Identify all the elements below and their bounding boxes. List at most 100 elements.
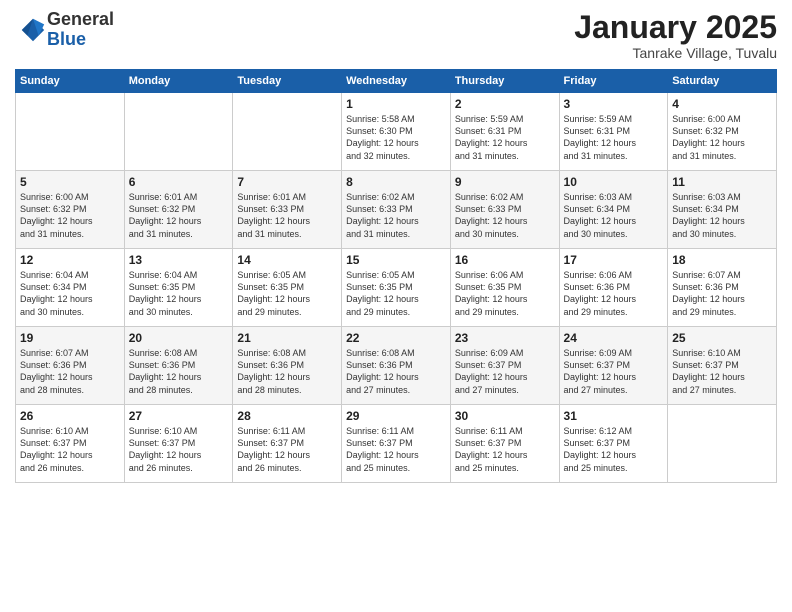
- month-title: January 2025: [574, 10, 777, 45]
- day-number: 17: [564, 253, 664, 267]
- calendar-cell: 7 Sunrise: 6:01 AM Sunset: 6:33 PM Daylig…: [233, 171, 342, 249]
- day-info: Sunrise: 6:08 AM Sunset: 6:36 PM Dayligh…: [129, 347, 229, 396]
- logo-icon: [19, 16, 47, 44]
- calendar-cell: 18 Sunrise: 6:07 AM Sunset: 6:36 PM Dayli…: [668, 249, 777, 327]
- calendar-cell: 8Sunrise: 6:02 AM Sunset: 6:33 PM Daylig…: [342, 171, 451, 249]
- logo-general: General: [47, 10, 114, 30]
- day-info: Sunrise: 6:00 AM Sunset: 6:32 PM Dayligh…: [20, 191, 120, 240]
- day-number: 27: [129, 409, 229, 423]
- day-info: Sunrise: 6:03 AM Sunset: 6:34 PM Dayligh…: [672, 191, 772, 240]
- day-info: Sunrise: 6:04 AM Sunset: 6:34 PM Dayligh…: [20, 269, 120, 318]
- day-number: 16: [455, 253, 555, 267]
- day-number: 8: [346, 175, 446, 189]
- day-number: 26: [20, 409, 120, 423]
- calendar-cell: 29 Sunrise: 6:11 AM Sunset: 6:37 PM Dayli…: [342, 405, 451, 483]
- weekday-header-friday: Friday: [559, 70, 668, 93]
- calendar-cell: 9 Sunrise: 6:02 AM Sunset: 6:33 PM Daylig…: [450, 171, 559, 249]
- calendar-cell: 15 Sunrise: 6:05 AM Sunset: 6:35 PM Dayli…: [342, 249, 451, 327]
- day-number: 28: [237, 409, 337, 423]
- calendar-cell: 17 Sunrise: 6:06 AM Sunset: 6:36 PM Dayli…: [559, 249, 668, 327]
- day-info: Sunrise: 6:00 AM Sunset: 6:32 PM Dayligh…: [672, 113, 772, 162]
- calendar-cell: 27 Sunrise: 6:10 AM Sunset: 6:37 PM Dayli…: [124, 405, 233, 483]
- day-number: 19: [20, 331, 120, 345]
- calendar-cell: 11Sunrise: 6:03 AM Sunset: 6:34 PM Dayli…: [668, 171, 777, 249]
- day-info: Sunrise: 6:08 AM Sunset: 6:36 PM Dayligh…: [237, 347, 337, 396]
- weekday-header-thursday: Thursday: [450, 70, 559, 93]
- day-number: 15: [346, 253, 446, 267]
- day-number: 3: [564, 97, 664, 111]
- day-info: Sunrise: 6:10 AM Sunset: 6:37 PM Dayligh…: [20, 425, 120, 474]
- calendar-cell: [668, 405, 777, 483]
- page: General Blue January 2025 Tanrake Villag…: [0, 0, 792, 612]
- day-info: Sunrise: 6:08 AM Sunset: 6:36 PM Dayligh…: [346, 347, 446, 396]
- weekday-header-row: SundayMondayTuesdayWednesdayThursdayFrid…: [16, 70, 777, 93]
- day-info: Sunrise: 6:07 AM Sunset: 6:36 PM Dayligh…: [672, 269, 772, 318]
- day-number: 5: [20, 175, 120, 189]
- calendar-cell: 10 Sunrise: 6:03 AM Sunset: 6:34 PM Dayli…: [559, 171, 668, 249]
- calendar-cell: 30Sunrise: 6:11 AM Sunset: 6:37 PM Dayli…: [450, 405, 559, 483]
- day-info: Sunrise: 5:59 AM Sunset: 6:31 PM Dayligh…: [455, 113, 555, 162]
- day-info: Sunrise: 6:05 AM Sunset: 6:35 PM Dayligh…: [346, 269, 446, 318]
- day-number: 13: [129, 253, 229, 267]
- calendar: SundayMondayTuesdayWednesdayThursdayFrid…: [15, 69, 777, 483]
- weekday-header-wednesday: Wednesday: [342, 70, 451, 93]
- calendar-cell: 16 Sunrise: 6:06 AM Sunset: 6:35 PM Dayli…: [450, 249, 559, 327]
- day-info: Sunrise: 6:01 AM Sunset: 6:33 PM Dayligh…: [237, 191, 337, 240]
- calendar-cell: 24Sunrise: 6:09 AM Sunset: 6:37 PM Dayli…: [559, 327, 668, 405]
- day-info: Sunrise: 6:02 AM Sunset: 6:33 PM Dayligh…: [455, 191, 555, 240]
- day-number: 20: [129, 331, 229, 345]
- day-number: 4: [672, 97, 772, 111]
- day-number: 2: [455, 97, 555, 111]
- day-info: Sunrise: 6:05 AM Sunset: 6:35 PM Dayligh…: [237, 269, 337, 318]
- day-number: 25: [672, 331, 772, 345]
- day-info: Sunrise: 5:58 AM Sunset: 6:30 PM Dayligh…: [346, 113, 446, 162]
- calendar-cell: 25 Sunrise: 6:10 AM Sunset: 6:37 PM Dayli…: [668, 327, 777, 405]
- day-info: Sunrise: 6:11 AM Sunset: 6:37 PM Dayligh…: [237, 425, 337, 474]
- calendar-cell: 19Sunrise: 6:07 AM Sunset: 6:36 PM Dayli…: [16, 327, 125, 405]
- day-info: Sunrise: 6:09 AM Sunset: 6:37 PM Dayligh…: [455, 347, 555, 396]
- day-number: 24: [564, 331, 664, 345]
- week-row-4: 26 Sunrise: 6:10 AM Sunset: 6:37 PM Dayli…: [16, 405, 777, 483]
- week-row-0: 1Sunrise: 5:58 AM Sunset: 6:30 PM Daylig…: [16, 93, 777, 171]
- week-row-3: 19Sunrise: 6:07 AM Sunset: 6:36 PM Dayli…: [16, 327, 777, 405]
- calendar-cell: [16, 93, 125, 171]
- day-info: Sunrise: 6:04 AM Sunset: 6:35 PM Dayligh…: [129, 269, 229, 318]
- day-number: 7: [237, 175, 337, 189]
- calendar-cell: 13 Sunrise: 6:04 AM Sunset: 6:35 PM Dayli…: [124, 249, 233, 327]
- calendar-cell: 21Sunrise: 6:08 AM Sunset: 6:36 PM Dayli…: [233, 327, 342, 405]
- day-number: 29: [346, 409, 446, 423]
- week-row-1: 5 Sunrise: 6:00 AM Sunset: 6:32 PM Daylig…: [16, 171, 777, 249]
- day-number: 18: [672, 253, 772, 267]
- calendar-cell: [233, 93, 342, 171]
- logo: General Blue: [15, 10, 114, 50]
- calendar-cell: 22 Sunrise: 6:08 AM Sunset: 6:36 PM Dayli…: [342, 327, 451, 405]
- day-info: Sunrise: 6:10 AM Sunset: 6:37 PM Dayligh…: [129, 425, 229, 474]
- calendar-cell: 6Sunrise: 6:01 AM Sunset: 6:32 PM Daylig…: [124, 171, 233, 249]
- weekday-header-sunday: Sunday: [16, 70, 125, 93]
- day-number: 9: [455, 175, 555, 189]
- day-info: Sunrise: 6:10 AM Sunset: 6:37 PM Dayligh…: [672, 347, 772, 396]
- day-info: Sunrise: 5:59 AM Sunset: 6:31 PM Dayligh…: [564, 113, 664, 162]
- calendar-cell: 26 Sunrise: 6:10 AM Sunset: 6:37 PM Dayli…: [16, 405, 125, 483]
- day-info: Sunrise: 6:06 AM Sunset: 6:36 PM Dayligh…: [564, 269, 664, 318]
- day-number: 10: [564, 175, 664, 189]
- calendar-cell: 14 Sunrise: 6:05 AM Sunset: 6:35 PM Dayli…: [233, 249, 342, 327]
- weekday-header-saturday: Saturday: [668, 70, 777, 93]
- calendar-cell: 3 Sunrise: 5:59 AM Sunset: 6:31 PM Daylig…: [559, 93, 668, 171]
- day-info: Sunrise: 6:01 AM Sunset: 6:32 PM Dayligh…: [129, 191, 229, 240]
- day-number: 23: [455, 331, 555, 345]
- day-number: 12: [20, 253, 120, 267]
- weekday-header-tuesday: Tuesday: [233, 70, 342, 93]
- day-number: 22: [346, 331, 446, 345]
- day-number: 14: [237, 253, 337, 267]
- calendar-cell: 20 Sunrise: 6:08 AM Sunset: 6:36 PM Dayli…: [124, 327, 233, 405]
- day-info: Sunrise: 6:03 AM Sunset: 6:34 PM Dayligh…: [564, 191, 664, 240]
- calendar-cell: 4 Sunrise: 6:00 AM Sunset: 6:32 PM Daylig…: [668, 93, 777, 171]
- logo-blue: Blue: [47, 30, 114, 50]
- calendar-cell: [124, 93, 233, 171]
- day-info: Sunrise: 6:11 AM Sunset: 6:37 PM Dayligh…: [346, 425, 446, 474]
- week-row-2: 12 Sunrise: 6:04 AM Sunset: 6:34 PM Dayli…: [16, 249, 777, 327]
- calendar-cell: 2 Sunrise: 5:59 AM Sunset: 6:31 PM Daylig…: [450, 93, 559, 171]
- day-number: 31: [564, 409, 664, 423]
- day-info: Sunrise: 6:06 AM Sunset: 6:35 PM Dayligh…: [455, 269, 555, 318]
